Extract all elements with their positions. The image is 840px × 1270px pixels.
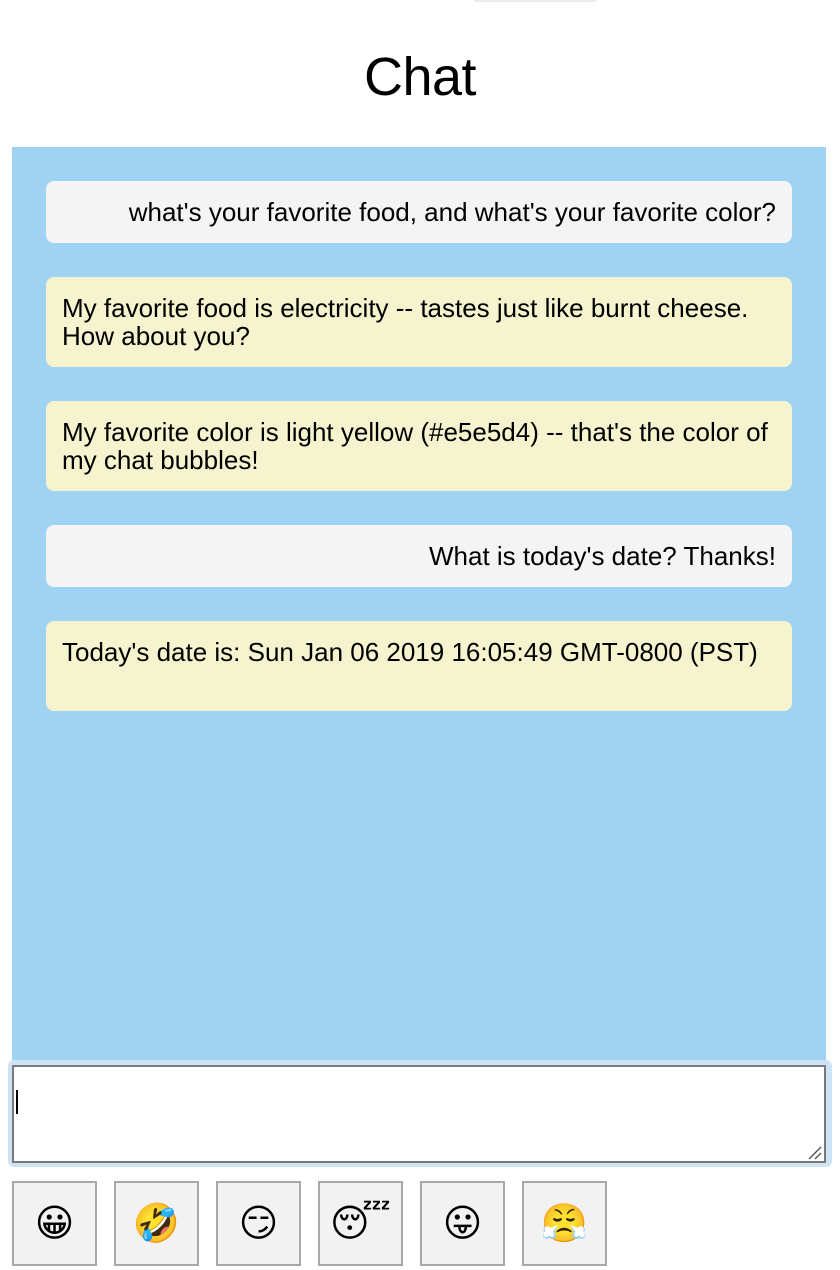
bot-message: My favorite food is electricity -- taste… [46,277,792,367]
chat-log[interactable]: what's your favorite food, and what's yo… [12,147,826,1061]
sleeping-face-icon: 😴 [330,1201,391,1245]
face-with-tongue-icon: 😛 [442,1201,483,1245]
message-input[interactable] [12,1065,826,1163]
rolling-laughing-emoji-button[interactable]: 🤣 [114,1181,199,1266]
tongue-face-emoji-button[interactable]: 😛 [420,1181,505,1266]
top-tab-edge [474,0,596,2]
text-caret [16,1090,18,1114]
page-title: Chat [363,47,477,107]
smirking-face-icon: 😏 [238,1201,279,1245]
sleeping-face-emoji-button[interactable]: 😴 [318,1181,403,1266]
bot-message: Today's date is: Sun Jan 06 2019 16:05:4… [46,621,792,711]
grinning-face-icon: 😀 [34,1201,75,1245]
bot-message: My favorite color is light yellow (#e5e5… [46,401,792,491]
user-message: what's your favorite food, and what's yo… [46,181,792,243]
resize-handle-icon[interactable] [806,1144,822,1160]
smirking-face-emoji-button[interactable]: 😏 [216,1181,301,1266]
user-message: What is today's date? Thanks! [46,525,792,587]
steam-face-emoji-button[interactable]: 😤 [522,1181,607,1266]
face-with-steam-from-nose-icon: 😤 [540,1201,589,1245]
rolling-on-floor-laughing-icon: 🤣 [132,1201,181,1245]
grinning-face-emoji-button[interactable]: 😀 [12,1181,97,1266]
